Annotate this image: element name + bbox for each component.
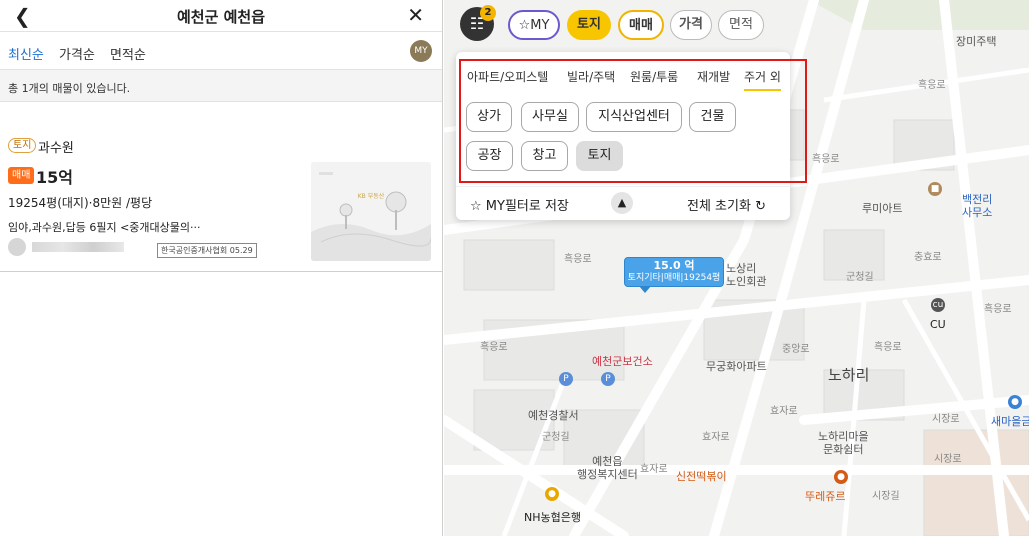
page-title: 예천군 예천읍	[176, 8, 266, 26]
road-label: 흑응로	[812, 154, 840, 165]
result-count: 총 1개의 매물이 있습니다.	[0, 70, 442, 102]
marker-price: 15.0 억	[653, 259, 695, 272]
road-label: 시장로	[934, 454, 962, 465]
land-chip[interactable]: 토지	[567, 10, 611, 40]
listing-price: 15억	[36, 168, 73, 187]
sort-latest[interactable]: 최신순	[8, 44, 44, 63]
save-label: MY필터로 저장	[485, 199, 569, 214]
map-label-mugung: 무궁화아파트	[706, 360, 767, 373]
building-icon: ■	[928, 182, 942, 196]
property-type-badge: 토지	[8, 138, 37, 153]
road-label: 충효로	[914, 252, 942, 263]
road-label: 흑응로	[918, 80, 946, 91]
sort-price[interactable]: 가격순	[59, 44, 95, 63]
map-label-shinjeon: 신전떡볶이	[676, 470, 727, 483]
map-label-baekjeon: 백전리 사무소	[962, 193, 993, 219]
panel-header: ❮ 예천군 예천읍 ✕	[0, 0, 442, 32]
parking-icon: P	[559, 372, 573, 386]
listing-thumbnail[interactable]: KB 부동산	[311, 162, 431, 261]
refresh-icon: ↻	[755, 199, 766, 214]
road-label: 효자로	[702, 432, 730, 443]
reset-filter-button[interactable]: 전체 초기화 ↻	[687, 195, 766, 214]
sort-bar: 최신순 가격순 면적순 MY	[0, 32, 442, 70]
kb-logo-text: KB 부동산	[358, 192, 385, 200]
road-label: 시장로	[932, 414, 960, 425]
bank-icon: ●	[545, 487, 559, 501]
price-chip[interactable]: 가격	[670, 10, 712, 40]
agent-name-blurred	[32, 242, 124, 252]
map-label-lumi: 루미아트	[862, 202, 903, 215]
map-label-semaeul: 새마을금고	[991, 415, 1029, 428]
reset-label: 전체 초기화	[687, 199, 751, 214]
road-label: 흑응로	[874, 342, 902, 353]
bank-icon: ●	[1008, 395, 1022, 409]
bakery-icon: ●	[834, 470, 848, 484]
map-label-tous: 뚜레쥬르	[805, 490, 846, 503]
map-label-noha: 노하리	[828, 366, 870, 384]
cu-store-icon: cu	[931, 298, 945, 312]
star-icon: ☆	[518, 18, 531, 33]
my-icon[interactable]: MY	[410, 40, 432, 62]
road-label: 효자로	[640, 464, 668, 475]
parking-icon: P	[601, 372, 615, 386]
chevron-up-icon[interactable]: ▲	[611, 192, 633, 214]
map-label-bokji: 예천읍 행정복지센터	[577, 455, 638, 481]
agent-avatar	[8, 238, 26, 256]
listing-description: 임야,과수원,답등 6필지 <중개대상물의···	[8, 221, 201, 234]
road-label: 중앙로	[782, 344, 810, 355]
my-chip-label: MY	[530, 18, 550, 33]
road-label: 흑응로	[480, 342, 508, 353]
road-label: 흑응로	[984, 304, 1012, 315]
panel-footer: ☆ MY필터로 저장 ▲ 전체 초기화 ↻	[456, 186, 790, 220]
map-label-police: 예천경찰서	[528, 409, 579, 422]
road-label: 군청길	[846, 272, 874, 283]
source-badge: 한국공인중개사협회 05.29	[157, 243, 257, 258]
road-label: 시장길	[872, 491, 900, 502]
map-label-bogeon: 예천군보건소	[592, 355, 653, 368]
map-label-noin: 노상리 노인회관	[726, 262, 767, 288]
filter-count-badge: 2	[480, 5, 496, 21]
highlight-box	[459, 59, 807, 183]
close-icon[interactable]: ✕	[407, 3, 424, 27]
save-my-filter-button[interactable]: ☆ MY필터로 저장	[470, 195, 569, 214]
map-label-jangmi: 장미주택	[956, 35, 997, 48]
listing-area: 19254평(대지)·8만원 /평당	[8, 196, 153, 210]
road-label: 흑응로	[564, 254, 592, 265]
landscape-illustration-icon: KB 부동산	[311, 162, 431, 261]
deal-type-badge: 매매	[8, 167, 35, 184]
sale-chip[interactable]: 매매	[618, 10, 664, 40]
sort-area[interactable]: 면적순	[110, 44, 146, 63]
map-label-nohamaul: 노하리마을 문화쉼터	[818, 430, 869, 456]
star-icon: ☆	[470, 199, 486, 214]
road-label: 효자로	[770, 406, 798, 417]
listing-panel: ❮ 예천군 예천읍 ✕ 최신순 가격순 면적순 MY 총 1개의 매물이 있습니…	[0, 0, 443, 536]
list-item[interactable]: 토지 과수원 매매 15억 19254평(대지)·8만원 /평당 임야,과수원,…	[0, 130, 443, 272]
map-label-nh: NH농협은행	[524, 511, 581, 524]
map-label-cu: CU	[930, 318, 946, 331]
listing-map-marker[interactable]: 15.0 억 토지기타|매매|19254평	[624, 257, 724, 293]
land-use: 과수원	[38, 141, 74, 156]
my-filter-chip[interactable]: ☆MY	[508, 10, 560, 40]
road-label: 군청길	[542, 432, 570, 443]
map-view[interactable]: 장미주택 백전리 사무소 루미아트 노상리 노인회관 CU 예천군보건소 무궁화…	[444, 0, 1029, 536]
area-chip[interactable]: 면적	[718, 10, 764, 40]
marker-detail: 토지기타|매매|19254평	[627, 273, 721, 283]
